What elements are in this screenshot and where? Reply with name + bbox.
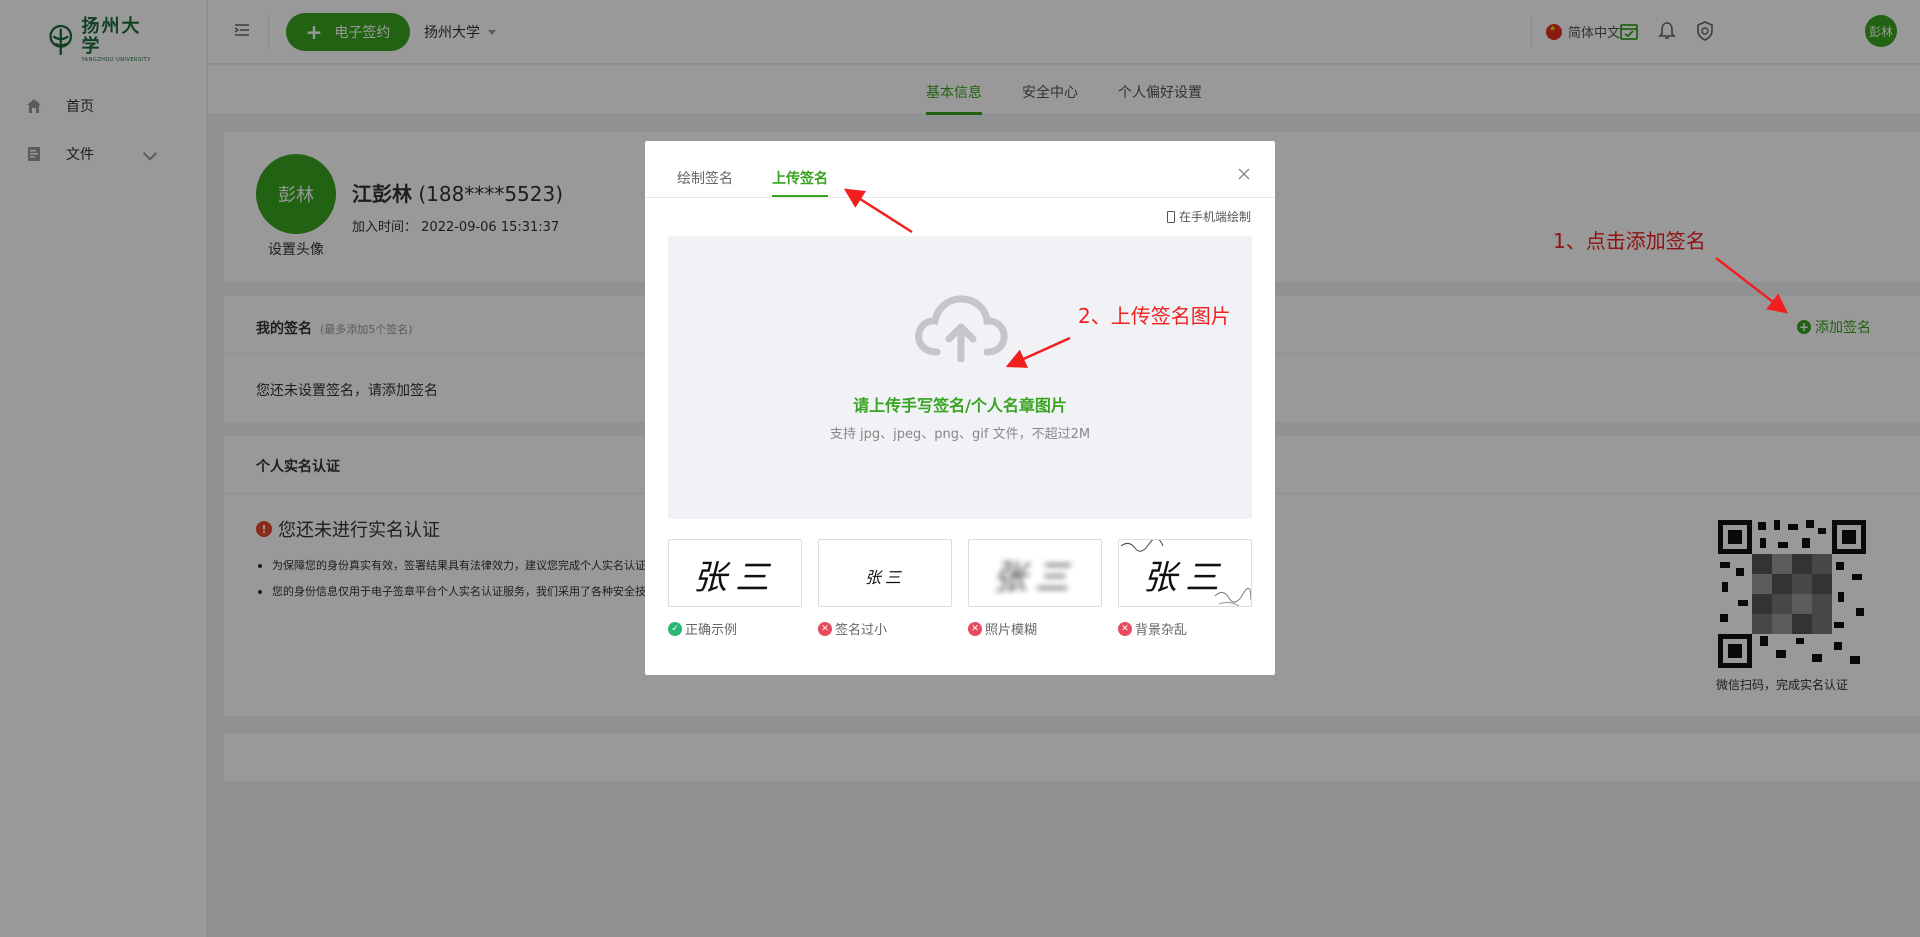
sample-too-small: 张三	[818, 539, 952, 607]
sample-label-too-small: ✕ 签名过小	[818, 619, 887, 638]
tab-draw-signature[interactable]: 绘制签名	[677, 168, 733, 188]
tab-upload-signature[interactable]: 上传签名	[772, 168, 828, 188]
sample-label-correct: ✓ 正确示例	[668, 619, 737, 638]
check-circle-icon: ✓	[668, 621, 682, 636]
sample-signature-text: 张三	[993, 558, 1077, 598]
upload-title: 请上传手写签名/个人名章图片	[853, 396, 1067, 415]
sample-blurry: 张三	[968, 539, 1102, 607]
divider	[645, 197, 1275, 198]
draw-on-phone-link[interactable]: 在手机端绘制	[1166, 208, 1251, 225]
close-icon[interactable]	[1237, 167, 1251, 181]
signature-modal: 绘制签名 上传签名 在手机端绘制 请上传手写签名/个人名章图片 支持 jpg、j…	[645, 141, 1275, 675]
sample-signature-text: 张三	[693, 558, 777, 598]
upload-hint: 支持 jpg、jpeg、png、gif 文件，不超过2M	[829, 427, 1091, 442]
error-circle-icon: ✕	[968, 621, 982, 636]
error-circle-icon: ✕	[818, 621, 832, 636]
sample-label-cluttered: ✕ 背景杂乱	[1118, 619, 1187, 638]
sample-cluttered-background: 张三	[1118, 539, 1252, 607]
mobile-phone-icon	[1166, 210, 1175, 223]
sample-signature-text: 张三	[864, 568, 905, 587]
sample-label-blurry: ✕ 照片模糊	[968, 619, 1037, 638]
upload-dropzone[interactable]: 请上传手写签名/个人名章图片 支持 jpg、jpeg、png、gif 文件，不超…	[668, 236, 1252, 519]
error-circle-icon: ✕	[1118, 621, 1132, 636]
annotation-step-2: 2、上传签名图片	[1078, 304, 1231, 328]
sample-correct: 张三	[668, 539, 802, 607]
cloud-upload-icon	[915, 295, 1008, 362]
sample-signature-text: 张三	[1143, 558, 1227, 598]
